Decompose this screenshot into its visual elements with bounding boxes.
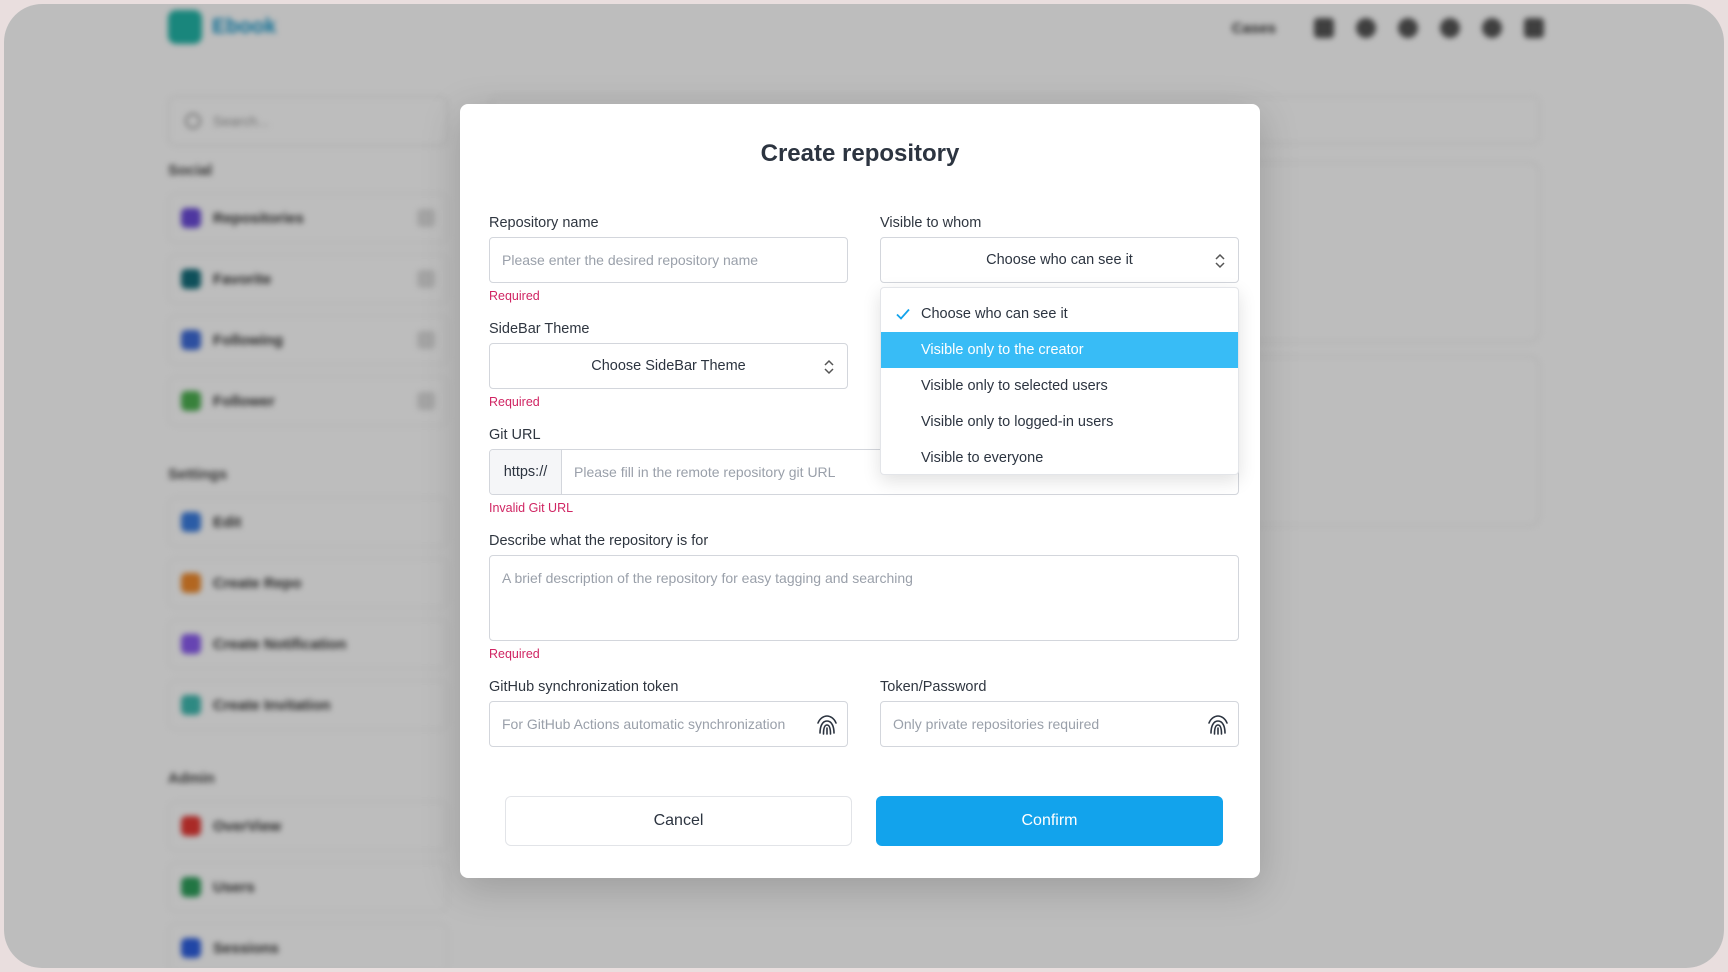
visibility-option-label: Visible to everyone <box>921 450 1044 466</box>
visibility-option[interactable]: Visible to everyone <box>881 440 1238 476</box>
github-token-input[interactable]: For GitHub Actions automatic synchroniza… <box>489 701 848 747</box>
git-url-hint: Invalid Git URL <box>489 501 574 515</box>
dialog-title: Create repository <box>760 140 960 167</box>
description-label: Describe what the repository is for <box>489 533 709 549</box>
github-token-label: GitHub synchronization token <box>489 679 679 695</box>
check-icon <box>896 308 910 320</box>
sidebar-theme-select[interactable]: Choose SideBar Theme <box>489 343 848 389</box>
visibility-option-label: Choose who can see it <box>921 306 1068 322</box>
sidebar-theme-label: SideBar Theme <box>489 321 590 337</box>
visibility-option[interactable]: Visible only to the creator <box>881 332 1238 368</box>
visibility-label: Visible to whom <box>880 215 982 231</box>
git-url-prefix: https:// <box>490 450 562 494</box>
chevron-up-down-icon <box>1215 253 1225 269</box>
token-password-input[interactable]: Only private repositories required <box>880 701 1239 747</box>
visibility-option[interactable]: Visible only to logged-in users <box>881 404 1238 440</box>
visibility-select[interactable]: Choose who can see it <box>880 237 1239 283</box>
visibility-option[interactable]: Visible only to selected users <box>881 368 1238 404</box>
token-password-placeholder: Only private repositories required <box>893 716 1100 732</box>
visibility-option[interactable]: Choose who can see it <box>881 296 1238 332</box>
sidebar-theme-selected-value: Choose SideBar Theme <box>591 358 746 374</box>
repo-name-label: Repository name <box>489 215 599 231</box>
description-placeholder: A brief description of the repository fo… <box>502 570 913 586</box>
visibility-option-label: Visible only to logged-in users <box>921 414 1114 430</box>
repo-name-input[interactable]: Please enter the desired repository name <box>489 237 848 283</box>
git-url-placeholder: Please fill in the remote repository git… <box>574 464 836 480</box>
visibility-dropdown-menu: Choose who can see it Visible only to the… <box>880 287 1239 475</box>
repo-name-hint: Required <box>489 289 540 303</box>
chevron-up-down-icon <box>824 359 834 375</box>
fingerprint-icon[interactable] <box>815 713 839 737</box>
visibility-selected-value: Choose who can see it <box>986 252 1133 268</box>
description-hint: Required <box>489 647 540 661</box>
fingerprint-icon[interactable] <box>1206 713 1230 737</box>
visibility-option-label: Visible only to selected users <box>921 378 1108 394</box>
sidebar-theme-hint: Required <box>489 395 540 409</box>
cancel-button[interactable]: Cancel <box>505 796 852 846</box>
github-token-placeholder: For GitHub Actions automatic synchroniza… <box>502 716 786 732</box>
confirm-button[interactable]: Confirm <box>876 796 1223 846</box>
token-password-label: Token/Password <box>880 679 987 695</box>
git-url-label: Git URL <box>489 427 541 443</box>
visibility-option-label: Visible only to the creator <box>921 342 1084 358</box>
repo-name-placeholder: Please enter the desired repository name <box>502 252 759 268</box>
create-repository-dialog: Create repository Repository name Please… <box>460 104 1260 878</box>
description-textarea[interactable]: A brief description of the repository fo… <box>489 555 1239 641</box>
